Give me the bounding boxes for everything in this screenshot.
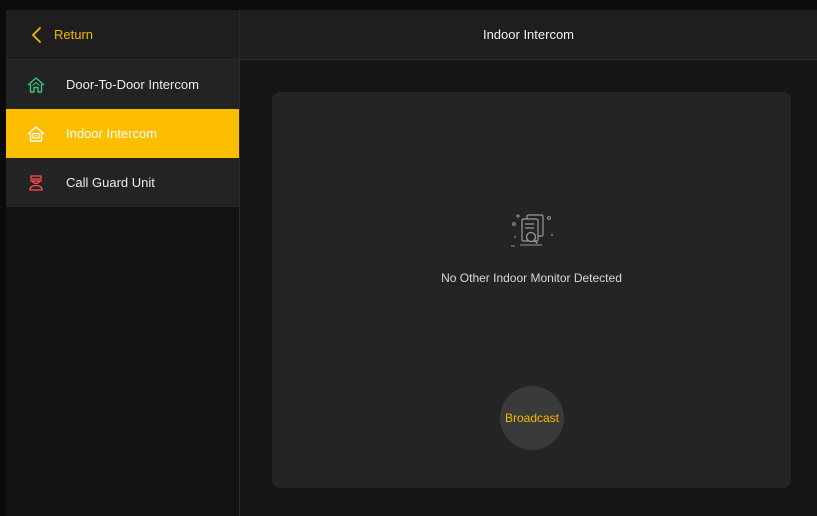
sidebar-item-door-to-door-intercom[interactable]: Door-To-Door Intercom xyxy=(6,60,239,109)
sidebar-item-label: Door-To-Door Intercom xyxy=(66,77,199,92)
sidebar-item-indoor-intercom[interactable]: Indoor Intercom xyxy=(6,109,239,158)
broadcast-label: Broadcast xyxy=(504,411,560,425)
broadcast-button[interactable]: Broadcast xyxy=(500,386,564,450)
sidebar-item-call-guard-unit[interactable]: Call Guard Unit xyxy=(6,158,239,207)
monitor-list-panel: No Other Indoor Monitor Detected Broadca… xyxy=(272,92,791,488)
main-content: Indoor Intercom No Other Indoor Monitor … xyxy=(240,10,817,516)
sidebar: Return Door-To-Door Intercom Indoor Inte… xyxy=(6,10,240,516)
sidebar-item-label: Call Guard Unit xyxy=(66,175,155,190)
return-button[interactable]: Return xyxy=(6,10,239,60)
return-label: Return xyxy=(54,27,94,42)
header-bar: Indoor Intercom xyxy=(240,10,817,60)
page-title: Indoor Intercom xyxy=(482,27,575,42)
indoor-monitor-icon xyxy=(26,124,46,144)
sidebar-menu: Door-To-Door Intercom Indoor Intercom Ca… xyxy=(6,60,239,207)
sidebar-item-label: Indoor Intercom xyxy=(66,126,158,141)
app-screen: Return Door-To-Door Intercom Indoor Inte… xyxy=(6,10,817,516)
guard-icon xyxy=(26,173,46,193)
chevron-left-icon xyxy=(32,26,41,43)
empty-state-message: No Other Indoor Monitor Detected xyxy=(441,271,622,285)
document-search-icon xyxy=(511,214,553,247)
house-icon xyxy=(26,75,46,95)
